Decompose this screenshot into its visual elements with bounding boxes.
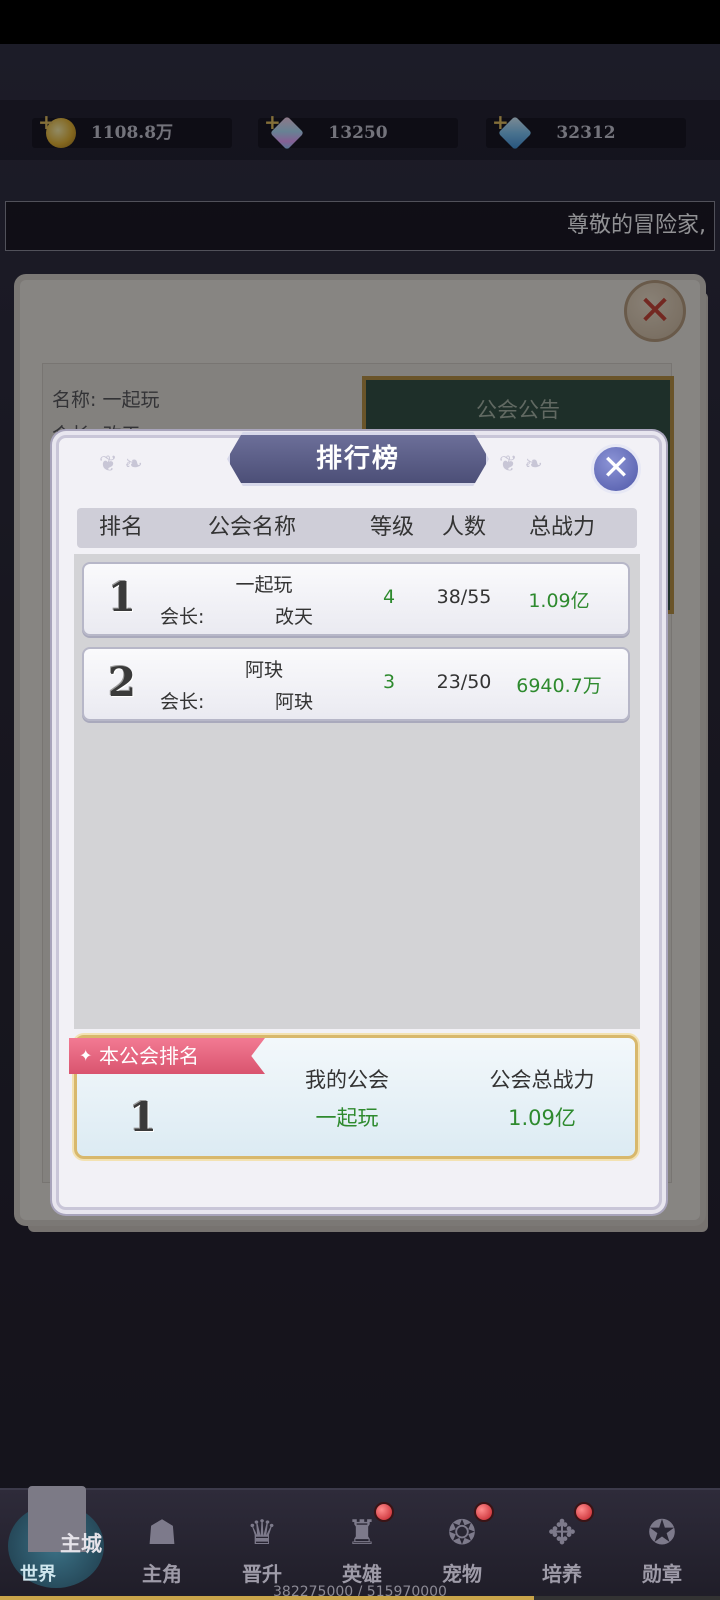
row-leader-label: 会长: [160,606,205,628]
close-icon[interactable]: ✕ [591,444,641,494]
ranking-table-header: 排名 公会名称 等级 人数 总战力 [77,508,637,548]
nav-pets[interactable]: ❂ 宠物 [412,1502,512,1592]
status-bar [0,0,720,44]
nav-label: 晋升 [242,1562,282,1586]
my-rank-number: 1 [129,1094,157,1141]
my-guild-power-header: 公会总战力 [489,1068,595,1092]
medal-icon: ✪ [647,1513,677,1553]
row-guild-name: 一起玩 [235,574,293,596]
nav-label: 培养 [542,1562,582,1586]
my-rank-ribbon: ✦ 本公会排名 [69,1038,265,1074]
ranking-row[interactable]: 2 阿玦 会长: 阿玦 3 23/50 6940.7万 [82,647,630,721]
ranking-list[interactable]: 1 一起玩 会长: 改天 4 38/55 1.09亿 2 阿玦 会长: 阿玦 3… [74,554,640,1029]
nav-heroes[interactable]: ♜ 英雄 [312,1502,412,1592]
nav-label: 主角 [142,1562,182,1586]
row-level: 4 [382,586,396,608]
notification-dot [374,1502,394,1522]
world-label: 世界 [20,1564,56,1585]
modal-title-plate: 排行榜 [227,432,489,486]
row-guild-name: 阿玦 [244,659,283,681]
nav-training[interactable]: ✥ 培养 [512,1502,612,1592]
nav-label: 宠物 [442,1562,482,1586]
flourish-right-icon: ❦ ❧ [499,452,543,477]
rank-number: 1 [108,574,136,621]
helmet-icon: ☗ [146,1513,178,1553]
ribbon-label: 本公会排名 [99,1044,199,1068]
star-icon: ✦ [79,1046,93,1065]
header-members: 人数 [441,515,486,540]
rank-number: 2 [108,659,136,706]
ranking-row[interactable]: 1 一起玩 会长: 改天 4 38/55 1.09亿 [82,562,630,636]
ranking-modal: ❦ ❧ ❦ ❧ 排行榜 ✕ 排名 公会名称 等级 人数 总战力 1 一起玩 会长… [56,432,662,1210]
main-city-button[interactable]: 主城 世界 [8,1468,104,1588]
header-total-power: 总战力 [528,515,595,540]
header-guild-name: 公会名称 [207,515,296,540]
flourish-left-icon: ❦ ❧ [99,452,143,477]
nav-promotion[interactable]: ♛ 晋升 [212,1512,312,1592]
my-guild-name: 一起玩 [315,1106,379,1130]
notification-dot [474,1502,494,1522]
header-level: 等级 [369,515,414,540]
modal-title: 排行榜 [315,444,400,474]
header-rank: 排名 [98,515,143,540]
my-guild-power: 1.09亿 [508,1106,576,1130]
nav-label: 勋章 [642,1562,682,1586]
notification-dot [574,1502,594,1522]
row-power: 1.09亿 [528,590,590,612]
exp-progress-bar [0,1596,720,1600]
crown-icon: ♛ [246,1513,278,1553]
row-leader-label: 会长: [160,691,205,713]
row-level: 3 [382,671,396,693]
row-members: 38/55 [436,586,492,608]
row-members: 23/50 [436,671,492,693]
row-leader-name: 改天 [274,606,313,628]
nav-hero-main[interactable]: ☗ 主角 [112,1512,212,1592]
my-guild-name-header: 我的公会 [305,1068,389,1092]
nav-label: 英雄 [342,1562,382,1586]
nav-medals[interactable]: ✪ 勋章 [612,1512,712,1592]
row-leader-name: 阿玦 [274,691,313,713]
main-city-label: 主城 [60,1531,102,1556]
row-power: 6940.7万 [516,675,602,697]
my-guild-rank-card: ✦ 本公会排名 1 我的公会 公会总战力 一起玩 1.09亿 [69,1035,638,1159]
exp-progress-fill [0,1596,534,1600]
